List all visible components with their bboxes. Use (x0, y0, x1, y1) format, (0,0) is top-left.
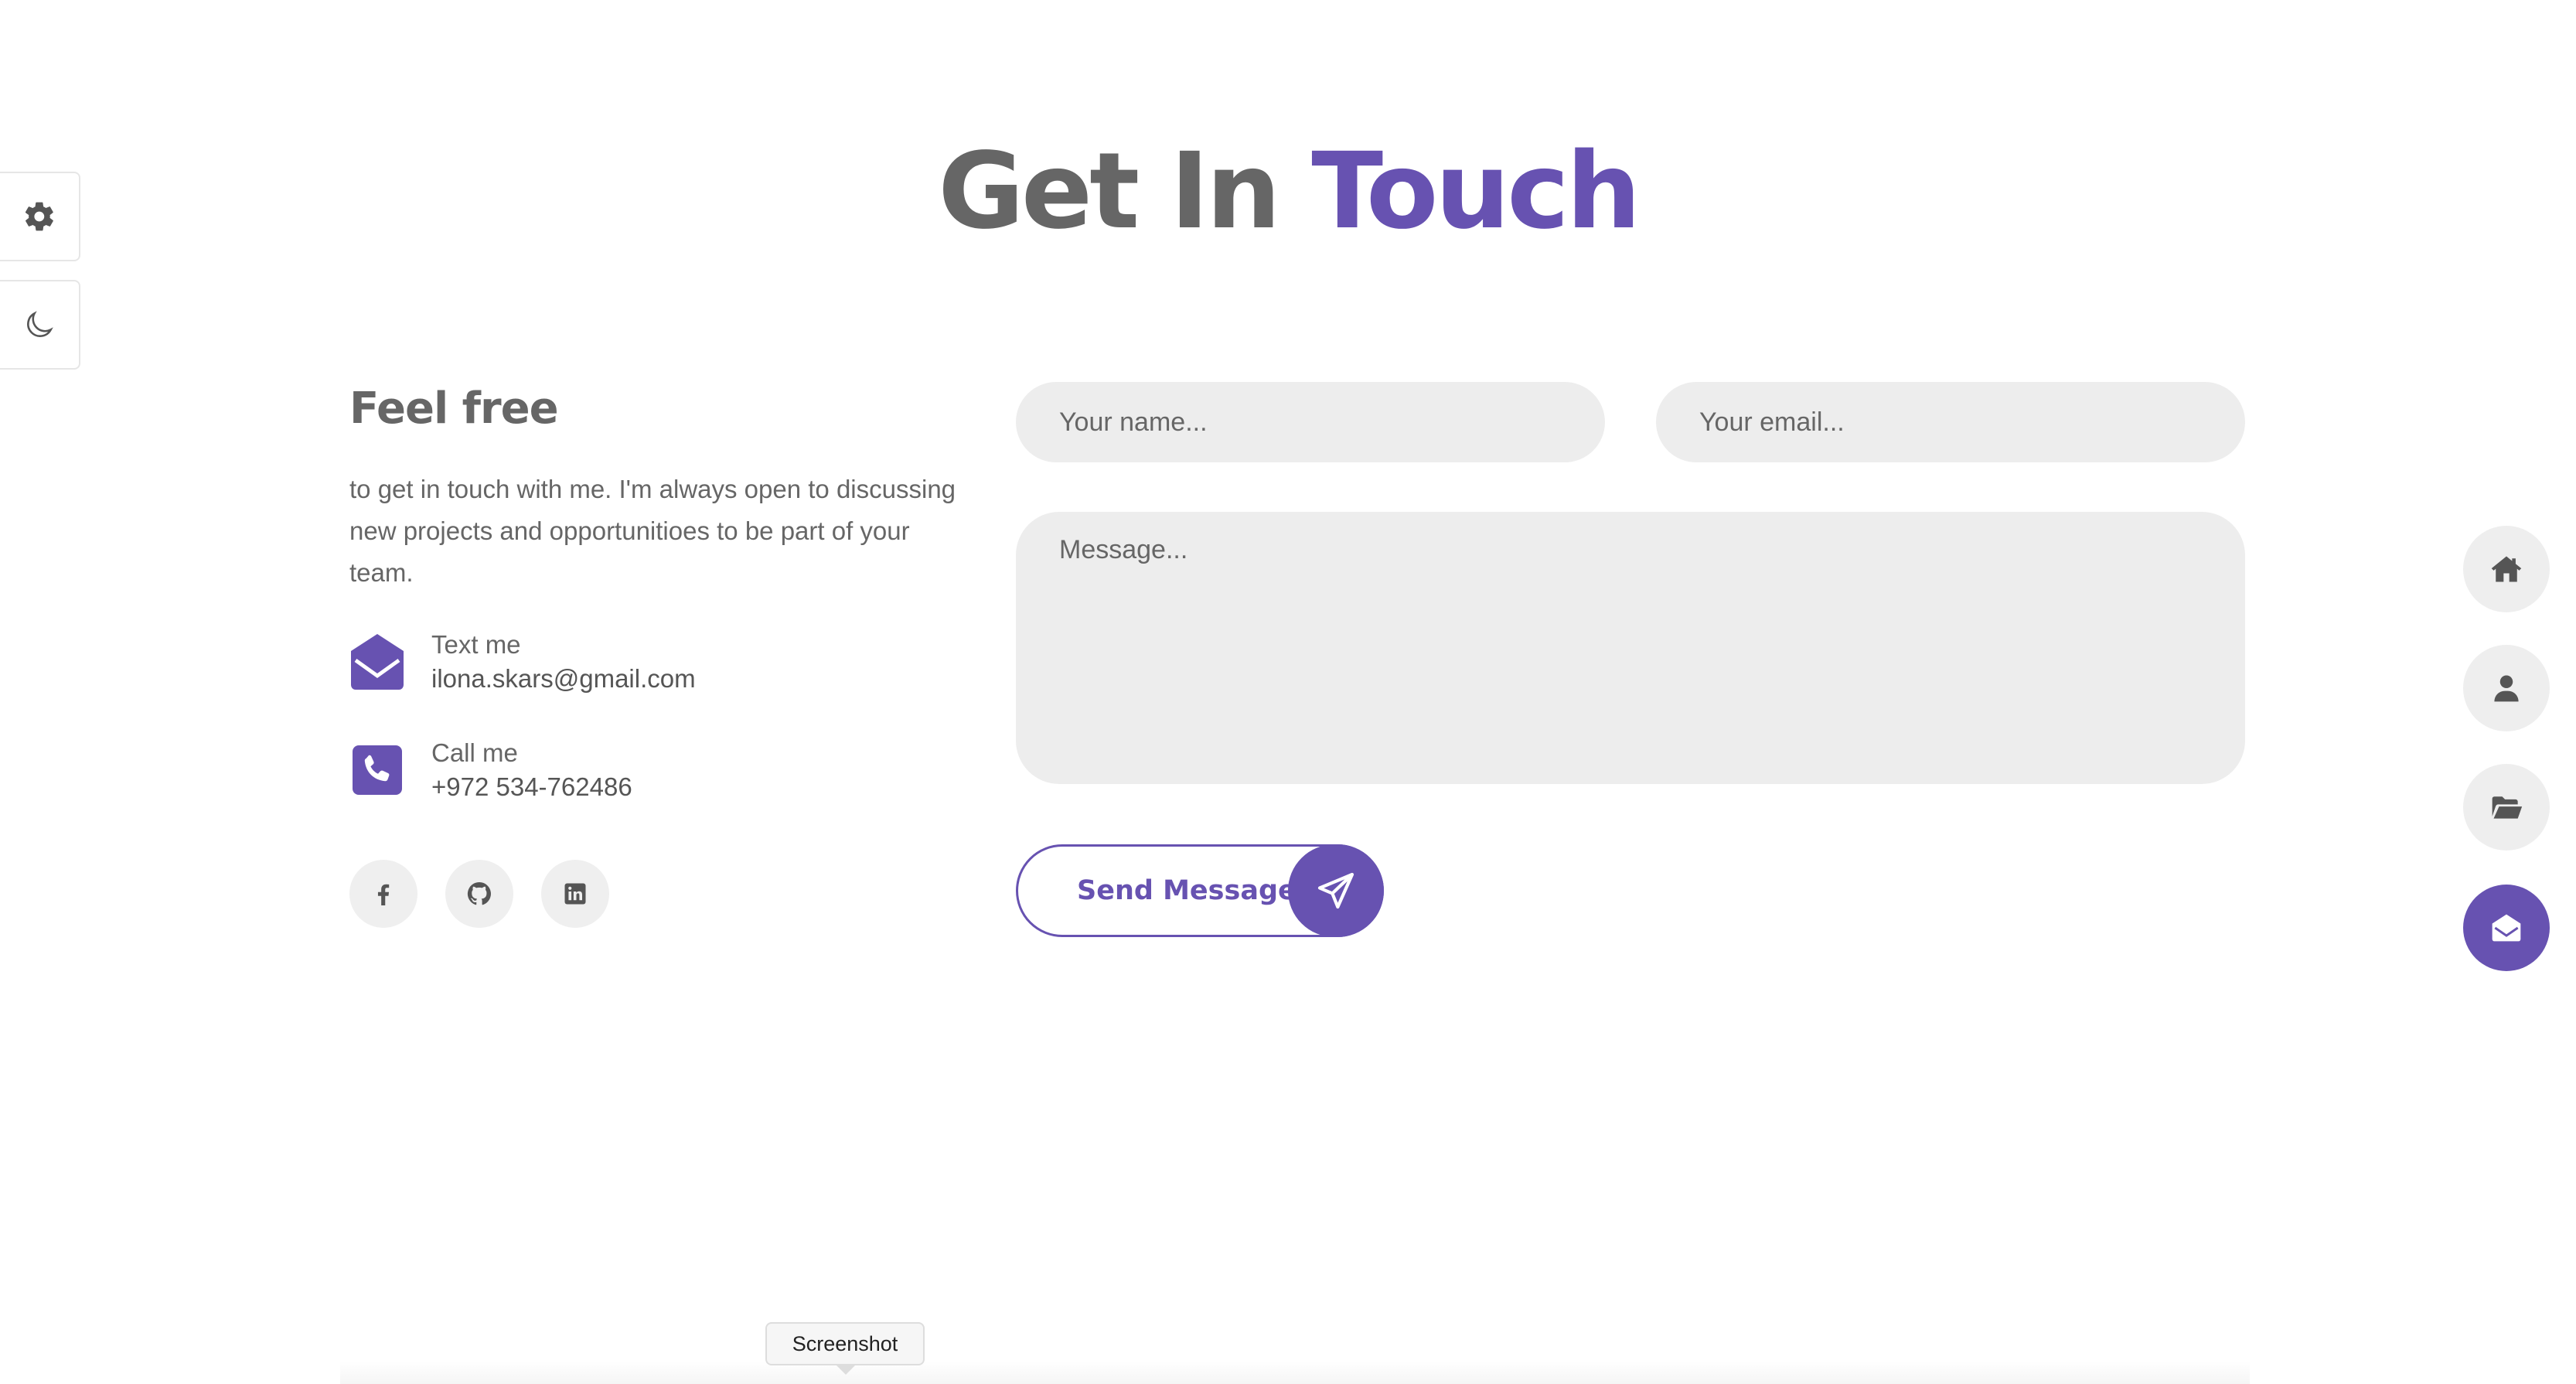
contact-email-value[interactable]: ilona.skars@gmail.com (431, 662, 696, 696)
send-icon-wrap[interactable] (1288, 844, 1384, 937)
send-message-button[interactable]: Send Message (1016, 844, 1384, 937)
envelope-open-icon (2492, 914, 2521, 942)
github-icon (467, 881, 491, 905)
page-title: Get In Touch (0, 130, 2576, 254)
envelope-open-icon (349, 632, 405, 691)
nav-contact-button[interactable] (2463, 885, 2550, 971)
linkedin-icon (564, 883, 586, 905)
contact-phone-value[interactable]: +972 534-762486 (431, 770, 632, 804)
dark-mode-toggle[interactable] (0, 280, 80, 370)
moon-icon (27, 311, 53, 337)
contact-phone: Call me +972 534-762486 (349, 736, 632, 804)
contact-phone-label: Call me (431, 738, 518, 767)
home-icon (2491, 556, 2522, 582)
linkedin-button[interactable] (541, 860, 609, 928)
contact-email-label: Text me (431, 630, 521, 659)
contact-page: Get In Touch Feel free to get in touch w… (0, 0, 2576, 1384)
github-button[interactable] (445, 860, 513, 928)
tooltip-arrow (835, 1364, 857, 1375)
message-textarea[interactable] (1016, 512, 2245, 784)
intro-heading: Feel free (349, 383, 559, 434)
facebook-icon (377, 884, 390, 905)
folder-open-icon (2492, 796, 2523, 819)
title-part-1: Get In (938, 131, 1281, 253)
social-links (349, 860, 609, 928)
user-icon (2494, 675, 2519, 702)
title-part-2: Touch (1311, 131, 1641, 253)
paper-plane-icon (1317, 872, 1354, 909)
nav-about-button[interactable] (2463, 645, 2550, 731)
screenshot-tooltip: Screenshot (765, 1322, 925, 1365)
bottom-shadow (340, 1361, 2250, 1384)
intro-text: to get in touch with me. I'm always open… (349, 475, 956, 587)
contact-email: Text me ilona.skars@gmail.com (349, 628, 696, 696)
nav-portfolio-button[interactable] (2463, 764, 2550, 851)
email-input[interactable] (1656, 382, 2245, 462)
nav-home-button[interactable] (2463, 526, 2550, 612)
send-message-label: Send Message (1077, 875, 1297, 906)
name-input[interactable] (1016, 382, 1605, 462)
phone-icon (349, 741, 405, 799)
facebook-button[interactable] (349, 860, 417, 928)
